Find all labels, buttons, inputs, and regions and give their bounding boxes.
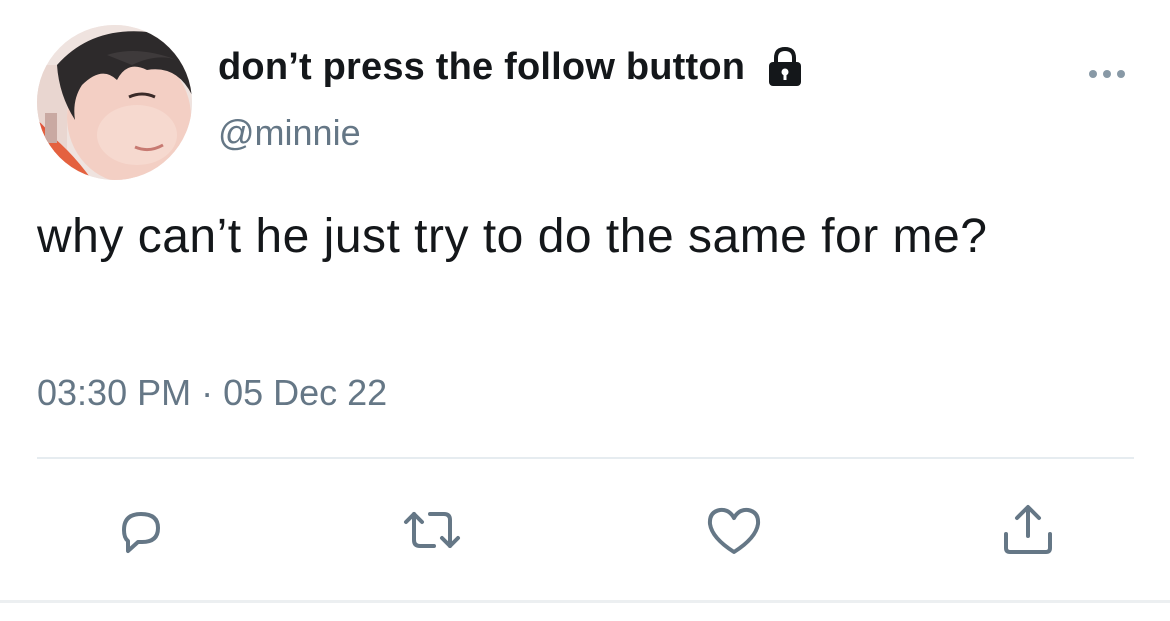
tweet-text: why can’t he just try to do the same for…: [37, 210, 988, 263]
share-icon: [996, 500, 1060, 565]
display-name[interactable]: don’t press the follow button: [218, 46, 745, 89]
reply-button[interactable]: [108, 500, 172, 564]
timestamp[interactable]: 03:30 PM · 05 Dec 22: [37, 372, 387, 414]
timestamp-separator: ·: [201, 372, 214, 413]
divider: [37, 457, 1134, 459]
tweet-time: 03:30 PM: [37, 372, 192, 413]
like-button[interactable]: [702, 500, 766, 564]
avatar[interactable]: [37, 25, 192, 180]
lock-icon: [765, 46, 805, 88]
tweet-card: don’t press the follow button @minnie wh…: [0, 0, 1170, 621]
bottom-divider: [0, 600, 1170, 603]
share-button[interactable]: [996, 500, 1060, 564]
heart-icon: [702, 500, 766, 565]
comment-icon: [110, 500, 170, 565]
retweet-button[interactable]: [400, 500, 464, 564]
avatar-image: [37, 25, 192, 180]
author-row: don’t press the follow button: [218, 42, 805, 92]
user-handle[interactable]: @minnie: [218, 112, 361, 154]
tweet-date: 05 Dec 22: [223, 372, 388, 413]
more-horizontal-icon[interactable]: [1086, 64, 1130, 84]
retweet-icon: [400, 500, 464, 565]
